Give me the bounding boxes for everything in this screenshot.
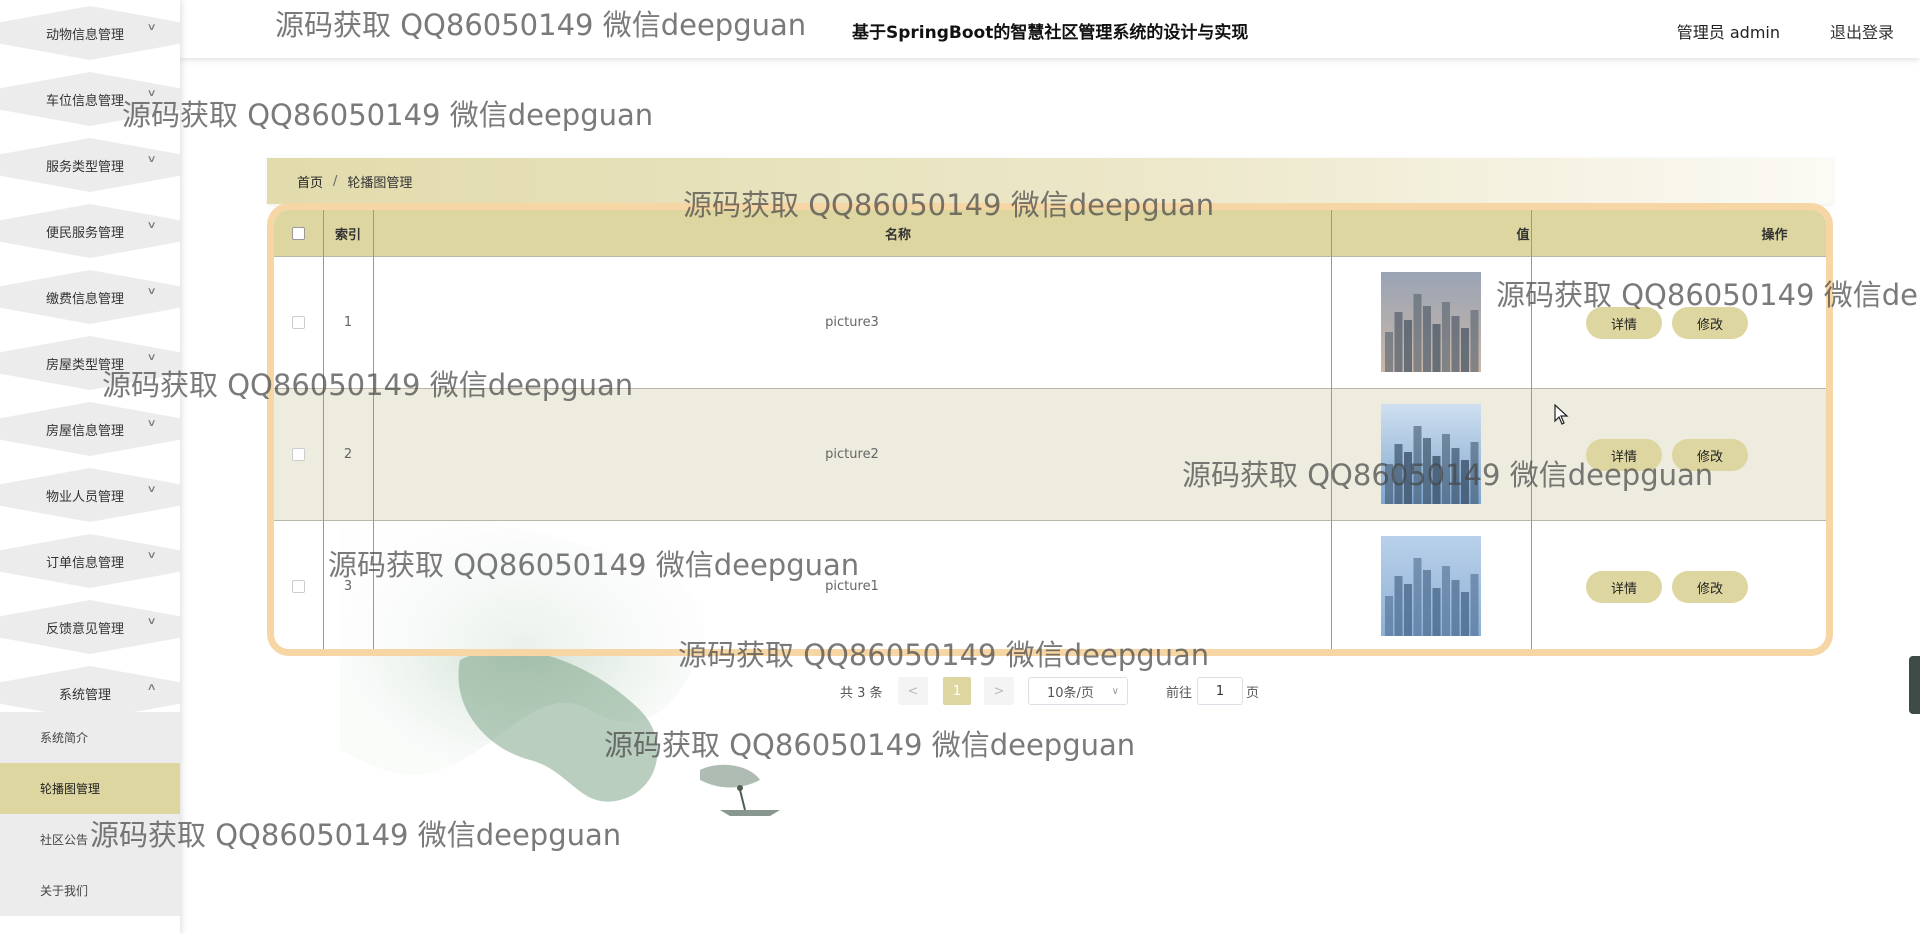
select-all-checkbox[interactable] bbox=[292, 226, 305, 240]
next-page-button[interactable]: > bbox=[984, 677, 1014, 705]
sidebar-item-label: 房屋信息管理 bbox=[45, 423, 124, 439]
chevron-down-icon: ∨ bbox=[146, 88, 157, 99]
sidebar-item[interactable]: 订单信息管理 ∨ bbox=[0, 528, 180, 594]
sidebar-item-label: 物业人员管理 bbox=[45, 489, 124, 505]
page-size-value: 10条/页 bbox=[1047, 685, 1094, 701]
sidebar-item[interactable]: 反馈意见管理 ∨ bbox=[0, 594, 180, 660]
sidebar-item[interactable]: 动物信息管理 ∨ bbox=[0, 0, 180, 66]
sidebar-item-label: 反馈意见管理 bbox=[45, 621, 124, 637]
detail-button[interactable]: 详情 bbox=[1586, 307, 1662, 339]
detail-button[interactable]: 详情 bbox=[1586, 571, 1662, 603]
pagination: 共 3 条 < 1 > 10条/页 ∨ 前往 1 页 bbox=[0, 677, 1920, 707]
detail-button[interactable]: 详情 bbox=[1586, 439, 1662, 471]
submenu-item[interactable]: 关于我们 bbox=[0, 865, 180, 916]
chevron-down-icon: ∨ bbox=[146, 352, 157, 363]
table-row: 2 picture2 详情 修改 bbox=[274, 388, 1826, 520]
app-title: 基于SpringBoot的智慧社区管理系统的设计与实现 bbox=[852, 23, 1249, 43]
carousel-image-thumbnail bbox=[1381, 536, 1481, 636]
row-index: 3 bbox=[343, 579, 353, 594]
column-header-index: 索引 bbox=[334, 227, 361, 243]
sidebar-item[interactable]: 车位信息管理 ∨ bbox=[0, 66, 180, 132]
sidebar-item-label: 订单信息管理 bbox=[45, 555, 124, 571]
row-name: picture2 bbox=[825, 447, 879, 462]
goto-page-input[interactable]: 1 bbox=[1197, 677, 1243, 705]
row-index: 2 bbox=[343, 447, 353, 462]
row-checkbox[interactable] bbox=[292, 580, 305, 593]
logout-link[interactable]: 退出登录 bbox=[1830, 19, 1894, 43]
sidebar-item[interactable]: 缴费信息管理 ∨ bbox=[0, 264, 180, 330]
sidebar-item-label: 房屋类型管理 bbox=[45, 357, 124, 373]
chevron-down-icon: ∨ bbox=[146, 286, 157, 297]
sidebar-item[interactable]: 房屋信息管理 ∨ bbox=[0, 396, 180, 462]
sidebar-item[interactable]: 服务类型管理 ∨ bbox=[0, 132, 180, 198]
prev-page-button[interactable]: < bbox=[898, 677, 928, 705]
submenu-item[interactable]: 系统简介 bbox=[0, 712, 180, 763]
column-divider bbox=[1331, 210, 1332, 649]
current-user: 管理员 admin bbox=[1676, 23, 1780, 42]
breadcrumb: 首页 / 轮播图管理 bbox=[267, 158, 1833, 204]
carousel-image-thumbnail bbox=[1381, 272, 1481, 372]
chevron-down-icon: ∨ bbox=[146, 616, 157, 627]
goto-prefix: 前往 bbox=[1166, 685, 1193, 701]
chevron-down-icon: ∨ bbox=[146, 154, 157, 165]
carousel-image-thumbnail bbox=[1381, 404, 1481, 504]
edit-button[interactable]: 修改 bbox=[1672, 571, 1748, 603]
top-header: 基于SpringBoot的智慧社区管理系统的设计与实现 管理员 admin 退出… bbox=[180, 0, 1920, 58]
page-number-1[interactable]: 1 bbox=[943, 677, 971, 705]
row-index: 1 bbox=[343, 315, 353, 330]
sidebar-item[interactable]: 便民服务管理 ∨ bbox=[0, 198, 180, 264]
edit-button[interactable]: 修改 bbox=[1672, 307, 1748, 339]
sidebar-item-label: 车位信息管理 bbox=[45, 93, 124, 109]
table-row: 3 picture1 详情 修改 bbox=[274, 520, 1826, 649]
submenu-item[interactable]: 社区公告 bbox=[0, 814, 180, 865]
sidebar-item-label: 缴费信息管理 bbox=[45, 291, 124, 307]
column-divider bbox=[373, 210, 374, 649]
row-checkbox[interactable] bbox=[292, 316, 305, 329]
sidebar: 动物信息管理 ∨ 车位信息管理 ∨ 服务类型管理 ∨ 便民服务管理 ∨ 缴费信息管理 ∨ 房屋类型管… bbox=[0, 0, 180, 934]
submenu-item[interactable]: 轮播图管理 bbox=[0, 763, 180, 814]
sidebar-item[interactable]: 房屋类型管理 ∨ bbox=[0, 330, 180, 396]
chevron-down-icon: ∨ bbox=[1111, 685, 1119, 697]
edit-button[interactable]: 修改 bbox=[1672, 439, 1748, 471]
carousel-table: 索引 名称 值 操作 1 picture3 详情 修改 2 picture2 详情 修改 3 pi… bbox=[267, 203, 1833, 656]
side-panel-handle[interactable] bbox=[1909, 656, 1920, 714]
sidebar-item-label: 便民服务管理 bbox=[45, 225, 124, 241]
column-divider bbox=[323, 210, 324, 649]
chevron-down-icon: ∨ bbox=[146, 550, 157, 561]
row-checkbox[interactable] bbox=[292, 448, 305, 461]
column-divider bbox=[1531, 210, 1532, 649]
sidebar-item[interactable]: 物业人员管理 ∨ bbox=[0, 462, 180, 528]
table-header: 索引 名称 值 操作 bbox=[274, 210, 1826, 256]
breadcrumb-separator: / bbox=[333, 173, 338, 189]
breadcrumb-home[interactable]: 首页 bbox=[297, 172, 323, 191]
chevron-down-icon: ∨ bbox=[146, 220, 157, 231]
row-name: picture1 bbox=[825, 579, 879, 594]
chevron-up-icon: ∧ bbox=[146, 682, 157, 693]
sidebar-item-label: 动物信息管理 bbox=[45, 27, 124, 43]
goto-suffix: 页 bbox=[1246, 685, 1260, 701]
chevron-down-icon: ∨ bbox=[146, 22, 157, 33]
column-header-value: 值 bbox=[1516, 227, 1530, 243]
system-submenu: 系统简介 轮播图管理 社区公告 关于我们 bbox=[0, 712, 180, 916]
breadcrumb-current: 轮播图管理 bbox=[347, 175, 413, 191]
chevron-down-icon: ∨ bbox=[146, 418, 157, 429]
sidebar-item-label: 服务类型管理 bbox=[45, 159, 124, 175]
row-name: picture3 bbox=[825, 315, 879, 330]
pagination-total: 共 3 条 bbox=[840, 685, 883, 701]
sidebar-item-label: 系统管理 bbox=[58, 687, 111, 703]
mouse-cursor-icon bbox=[1554, 404, 1569, 425]
table-row: 1 picture3 详情 修改 bbox=[274, 256, 1826, 388]
column-header-actions: 操作 bbox=[1761, 227, 1788, 243]
page-size-select[interactable]: 10条/页 ∨ bbox=[1028, 677, 1128, 705]
watermark: 源码获取 QQ86050149 微信deepguan bbox=[122, 98, 654, 132]
chevron-down-icon: ∨ bbox=[146, 484, 157, 495]
column-header-name: 名称 bbox=[884, 227, 911, 243]
